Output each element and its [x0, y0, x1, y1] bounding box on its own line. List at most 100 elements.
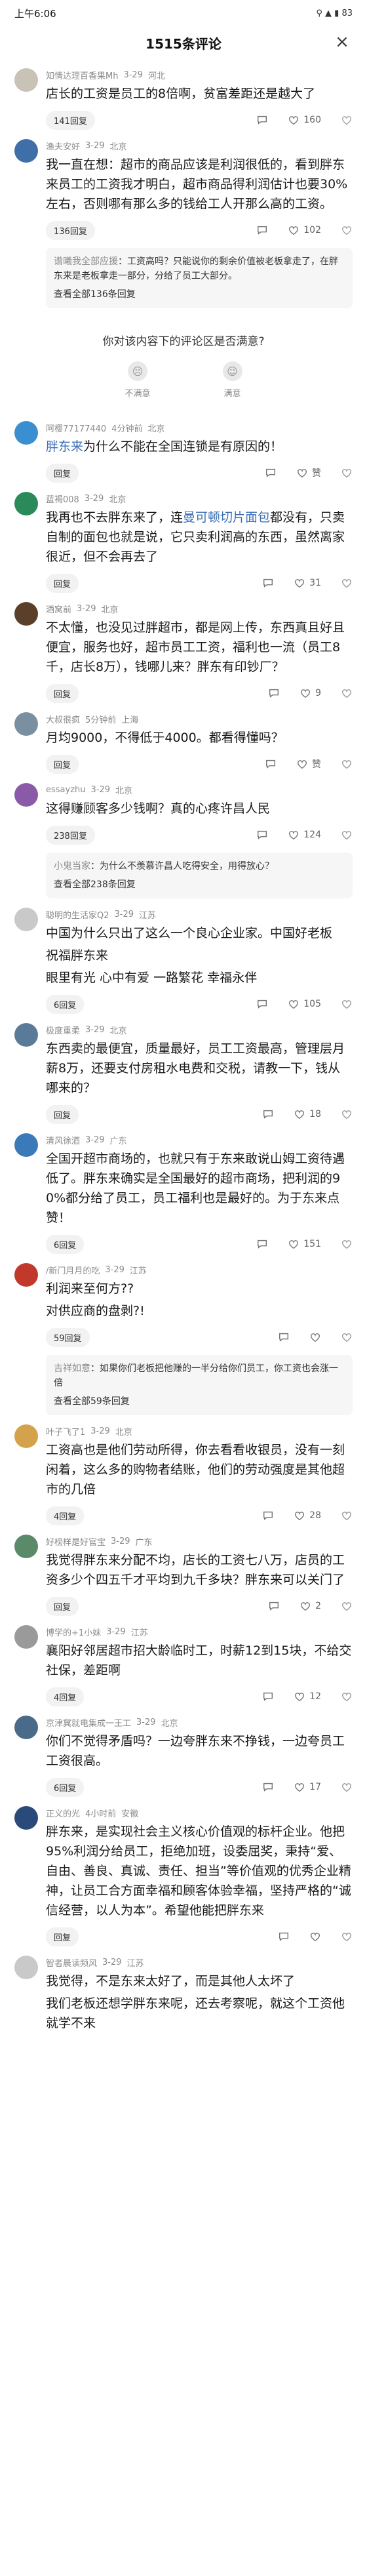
avatar[interactable]	[14, 1625, 38, 1649]
comment-icon-button[interactable]	[268, 687, 280, 699]
comment-icon-button[interactable]	[262, 1108, 274, 1120]
like-button[interactable]: 赞	[296, 466, 321, 479]
avatar[interactable]	[14, 1133, 38, 1157]
more-button[interactable]	[341, 114, 353, 126]
reply-button[interactable]: 回复	[46, 1596, 79, 1616]
search-keyword-link[interactable]: 曼可顿切片面包	[183, 510, 270, 525]
avatar[interactable]	[14, 1263, 38, 1287]
comment-icon-button[interactable]	[256, 829, 268, 841]
avatar[interactable]	[14, 1716, 38, 1739]
comment-text[interactable]: 我再也不去胖东来了，连曼可顿切片面包都没有，只卖自制的面包也就是说，它只卖利润高…	[46, 508, 353, 567]
comment-text[interactable]: 胖东来，是实现社会主义核心价值观的标杆企业。他把95%利润分给员工，拒绝加班，设…	[46, 1822, 353, 1920]
more-button[interactable]	[341, 1108, 353, 1120]
reply-button[interactable]: 回复	[46, 754, 79, 774]
reply-button[interactable]: 回复	[46, 1927, 79, 1946]
comment-text[interactable]: 全国开超市商场的，也就只有于东来敢说山姆工资待遇低了。胖东来确实是全国最好的超市…	[46, 1149, 353, 1228]
more-button[interactable]	[341, 687, 353, 699]
sub-reply-author[interactable]: 吉祥如意	[54, 1363, 90, 1374]
like-button[interactable]: 9	[299, 687, 321, 699]
like-button[interactable]: 124	[288, 829, 321, 841]
like-button[interactable]: 17	[294, 1781, 321, 1793]
comment-author[interactable]: 博学的+1小妹	[46, 1626, 101, 1638]
avatar[interactable]	[14, 908, 38, 931]
like-button[interactable]: 105	[288, 998, 321, 1010]
avatar[interactable]	[14, 421, 38, 445]
search-keyword-link[interactable]: 胖东来	[46, 439, 83, 454]
comment-text[interactable]: 中国为什么只出了这么一个良心企业家。中国好老板	[46, 923, 353, 943]
comment-author[interactable]: 渔夫安好	[46, 140, 80, 152]
comment-text[interactable]: 我觉得胖东来分配不均，店长的工资七八万，店员的工资多少个四五千才平均到九千多块？…	[46, 1550, 353, 1590]
sub-reply[interactable]: 吉祥如意：如果你们老板把他赚的一半分给你们员工，你工资也会涨一倍 查看全部59条回…	[46, 1355, 353, 1415]
comment-author[interactable]: /新门月月的吃	[46, 1264, 100, 1276]
like-button[interactable]: 160	[288, 114, 321, 126]
comment-author[interactable]: 极度重柔	[46, 1024, 80, 1036]
survey-satisfied-button[interactable]: ☺ 满意	[222, 361, 242, 399]
more-button[interactable]	[341, 758, 353, 770]
comment-author[interactable]: 智者晨读频风	[46, 1956, 97, 1969]
more-button[interactable]	[341, 467, 353, 479]
view-all-replies-link[interactable]: 查看全部238条回复	[54, 877, 345, 892]
reply-button[interactable]: 回复	[46, 573, 79, 593]
comment-author[interactable]: 阿樱77177440	[46, 422, 106, 434]
comment-icon-button[interactable]	[278, 1931, 290, 1942]
comment-text[interactable]: 店长的工资是员工的8倍啊，贫富差距还是越大了	[46, 84, 353, 104]
like-button[interactable]	[309, 1331, 321, 1343]
comment-icon-button[interactable]	[256, 224, 268, 236]
comment-icon-button[interactable]	[262, 1781, 274, 1793]
more-button[interactable]	[341, 1331, 353, 1343]
reply-button[interactable]: 238回复	[46, 825, 95, 845]
reply-button[interactable]: 6回复	[46, 1777, 85, 1797]
comment-text[interactable]: 你们不觉得矛盾吗？一边夸胖东来不挣钱，一边夸员工工资很高。	[46, 1731, 353, 1771]
comment-text[interactable]: 不太懂，也没见过胖超市，都是网上传，东西真且好且便宜，服务也好，超市员工工资，福…	[46, 618, 353, 677]
sub-reply-author[interactable]: 谱曦我全部应援	[54, 256, 118, 267]
more-button[interactable]	[341, 998, 353, 1010]
comment-author[interactable]: 大叔很疯	[46, 713, 80, 725]
survey-dissatisfied-button[interactable]: ☹ 不满意	[125, 361, 151, 399]
more-button[interactable]	[341, 1931, 353, 1942]
avatar[interactable]	[14, 783, 38, 807]
dislike-button[interactable]	[256, 114, 268, 126]
comment-text[interactable]: 胖东来为什么不能在全国连锁是有原因的！	[46, 437, 353, 456]
avatar[interactable]	[14, 492, 38, 515]
sub-reply[interactable]: 小鬼当家：为什么不羡慕许昌人吃得安全，用得放心？ 查看全部238条回复	[46, 853, 353, 898]
comment-icon-button[interactable]	[278, 1331, 290, 1343]
reply-button[interactable]: 回复	[46, 463, 79, 483]
more-button[interactable]	[341, 1600, 353, 1612]
comment-text[interactable]: 东西卖的最便宜，质量最好，员工工资最高，管理层月薪8万，还要支付房租水电费和交税…	[46, 1039, 353, 1098]
like-button[interactable]: 31	[294, 577, 321, 589]
comment-text[interactable]: 襄阳好邻居超市招大龄临时工，时薪12到15块，不给交社保，差距啊	[46, 1641, 353, 1680]
comment-author[interactable]: 京津冀就电集成一王工	[46, 1716, 131, 1729]
view-all-replies-link[interactable]: 查看全部59条回复	[54, 1394, 345, 1409]
comment-icon-button[interactable]	[262, 1510, 274, 1521]
reply-button[interactable]: 4回复	[46, 1687, 85, 1706]
comment-author[interactable]: 知情达理百香果Mh	[46, 69, 118, 81]
comment-text[interactable]: 利润来至何方??	[46, 1279, 353, 1298]
more-button[interactable]	[341, 1238, 353, 1250]
like-button[interactable]: 28	[294, 1510, 321, 1521]
reply-button[interactable]: 4回复	[46, 1506, 85, 1525]
comment-text[interactable]: 这得赚顾客多少钱啊？真的心疼许昌人民	[46, 799, 353, 818]
reply-button[interactable]: 141回复	[46, 110, 95, 130]
more-button[interactable]	[341, 224, 353, 236]
like-button[interactable]: 12	[294, 1691, 321, 1702]
more-button[interactable]	[341, 829, 353, 841]
comment-author[interactable]: 叶子飞了1	[46, 1425, 85, 1438]
more-button[interactable]	[341, 1781, 353, 1793]
reply-button[interactable]: 回复	[46, 1104, 79, 1124]
reply-button[interactable]: 6回复	[46, 1234, 85, 1254]
avatar[interactable]	[14, 1535, 38, 1558]
more-button[interactable]	[341, 1691, 353, 1702]
comment-icon-button[interactable]	[268, 1600, 280, 1612]
like-button[interactable]: 102	[288, 224, 321, 236]
like-button[interactable]	[309, 1931, 321, 1942]
reply-button[interactable]: 59回复	[46, 1327, 90, 1347]
comment-icon-button[interactable]	[265, 758, 277, 770]
avatar[interactable]	[14, 602, 38, 626]
reply-button[interactable]: 回复	[46, 683, 79, 703]
comment-author[interactable]: 清风徐酒	[46, 1134, 80, 1146]
avatar[interactable]	[14, 1806, 38, 1830]
comment-icon-button[interactable]	[262, 577, 274, 589]
like-button[interactable]: 2	[299, 1600, 321, 1612]
comment-author[interactable]: 正义的光	[46, 1807, 80, 1819]
comment-text[interactable]: 月均9000，不得低于4000。都看得懂吗？	[46, 728, 353, 748]
